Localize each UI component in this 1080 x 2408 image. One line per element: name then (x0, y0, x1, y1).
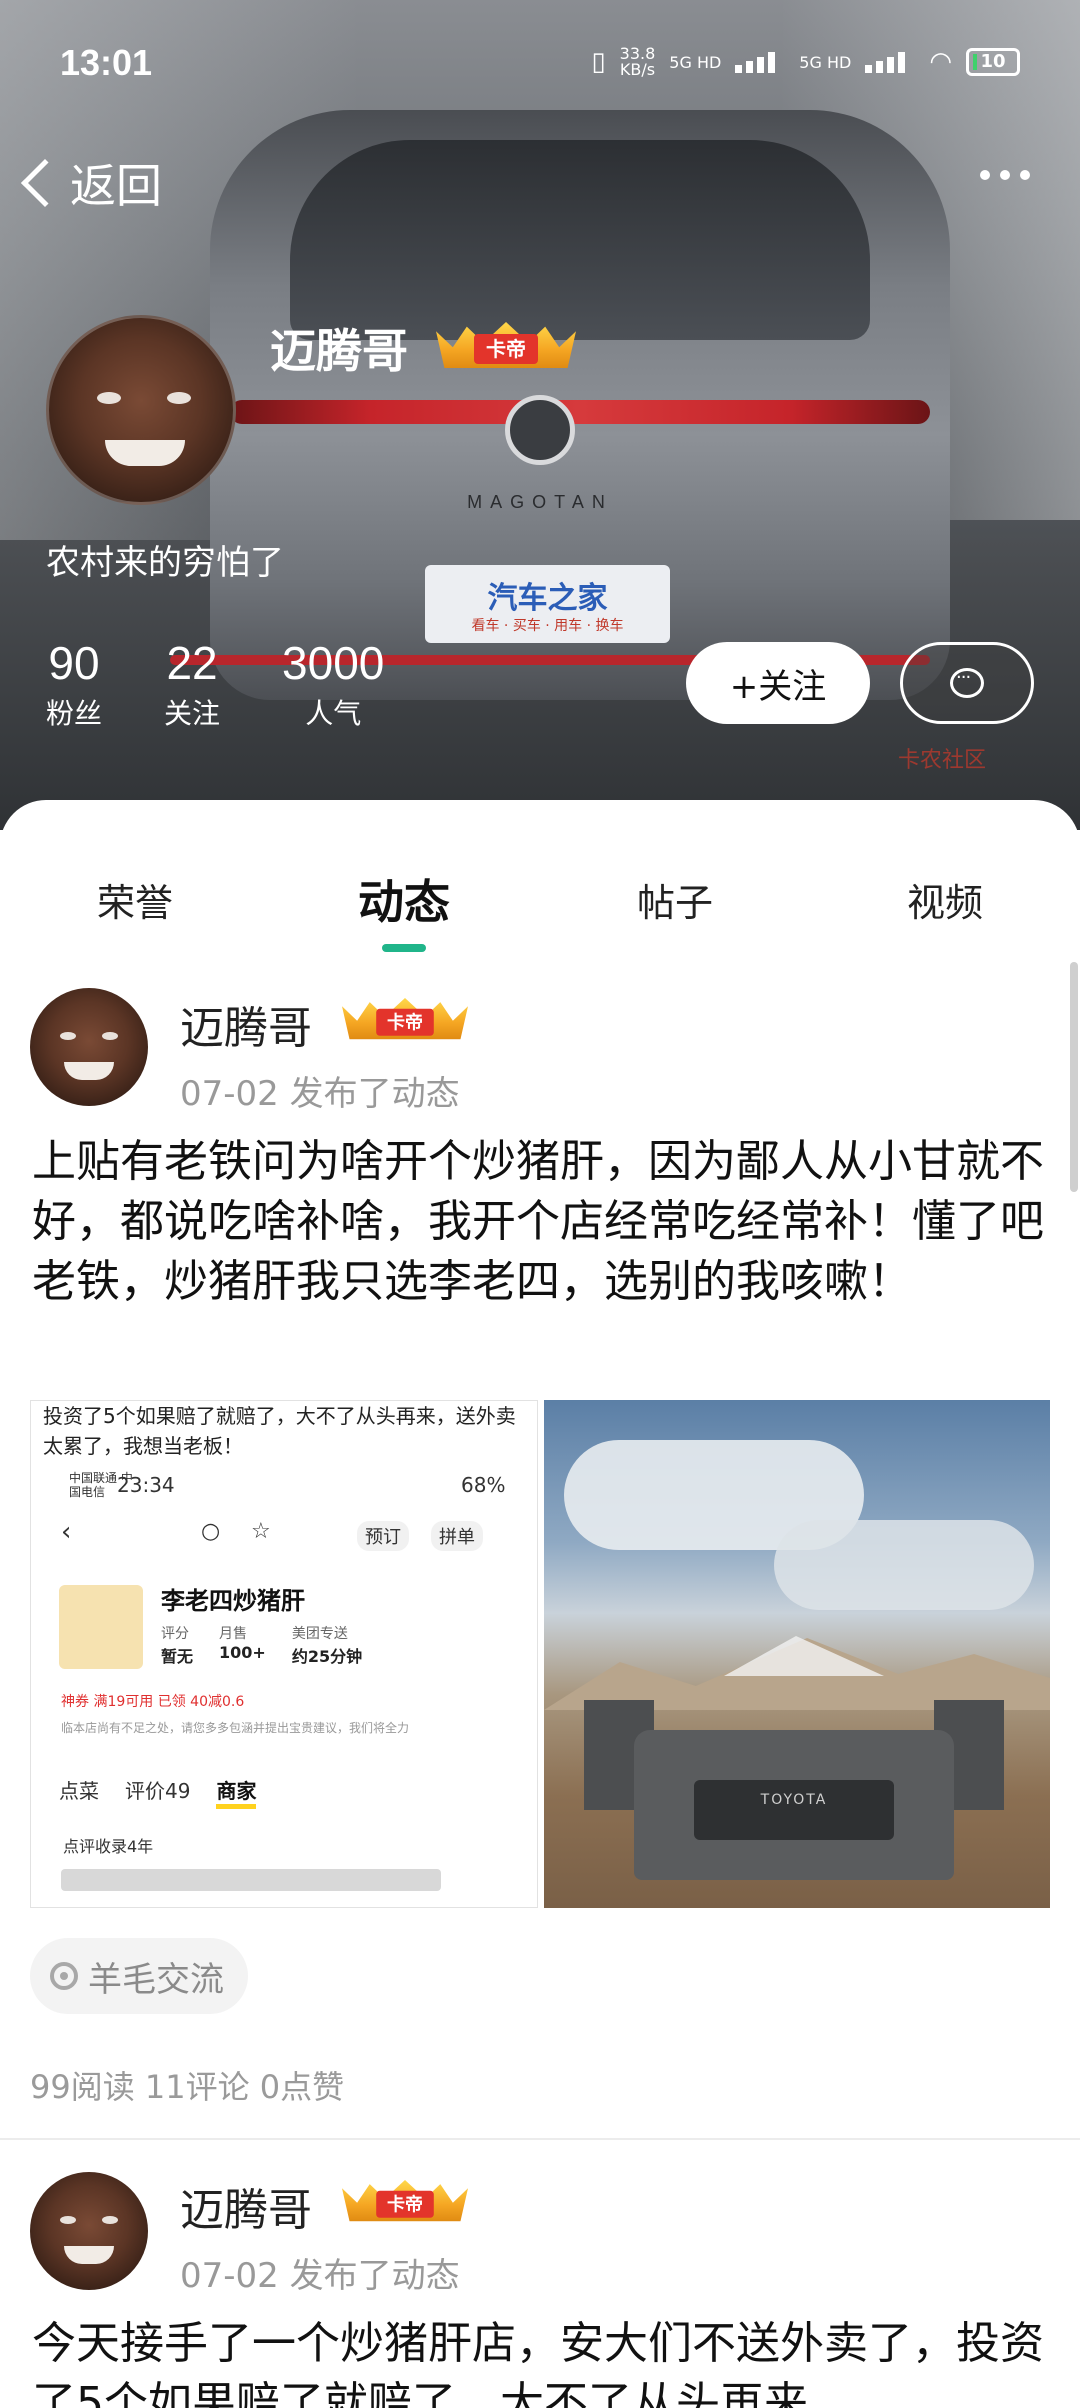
signal-1-label: 5G HD (669, 52, 722, 72)
tab-indicator (382, 944, 426, 952)
mini-back-icon: ‹ (61, 1517, 72, 1547)
blurred-content (61, 1869, 441, 1891)
more-menu-icon[interactable] (980, 170, 1030, 180)
post-text[interactable]: 上贴有老铁问为啥开个炒猪肝，因为鄙人从小甘就不好，都说吃啥补啥，我开个店经常吃经… (32, 1132, 1052, 1312)
divider (0, 2138, 1080, 2140)
shop-logo (59, 1585, 143, 1669)
level-badge-label: 卡帝 (474, 334, 538, 364)
car-rear-window (290, 140, 870, 340)
shop-notice: 临本店尚有不足之处，请您多多包涵并提出宝贵建议，我们将全力 (61, 1721, 410, 1735)
signal-2-label: 5G HD (799, 52, 852, 72)
stat-fans[interactable]: 90 粉丝 (46, 636, 102, 732)
post-stats: 99阅读 11评论 0点赞 (30, 2068, 345, 2106)
wifi-icon: ◠ (929, 47, 952, 77)
back-button[interactable]: 返回 (20, 150, 162, 216)
post-meta: 07-02 发布了动态 (180, 1074, 460, 1114)
status-bar: 13:01 ▯ 33.8 KB/s 5G HD 5G HD ◠ 10 (0, 0, 1080, 120)
content-sheet: 荣誉 动态 帖子 视频 迈腾哥 卡帝 07-02 发布了动态 上贴有老铁问为啥开… (0, 800, 1080, 2408)
profile-name: 迈腾哥 (270, 324, 408, 378)
car-brand-text: MAGOTAN (467, 492, 613, 512)
chat-bubble-icon (950, 667, 984, 698)
shop-name: 李老四炒猪肝 (161, 1587, 305, 1615)
stat-following[interactable]: 22 关注 (164, 636, 220, 732)
post-author[interactable]: 迈腾哥 (180, 2174, 312, 2238)
license-plate: 汽车之家 看车 · 买车 · 用车 · 换车 (425, 565, 670, 643)
mini-tag-group: 拼单 (431, 1521, 483, 1551)
battery-icon: 10 (966, 48, 1020, 76)
tab-honor[interactable]: 荣誉 (35, 872, 235, 927)
truck-grille: TOYOTA (694, 1780, 894, 1840)
message-button[interactable] (900, 642, 1034, 724)
shop-record: 点评收录4年 (63, 1837, 154, 1856)
post-level-badge-label: 卡帝 (376, 1008, 434, 1036)
tab-posts[interactable]: 帖子 (575, 872, 775, 927)
chevron-left-icon (20, 158, 70, 208)
back-label: 返回 (70, 159, 162, 213)
mini-toolbar: ‹ ○ ☆ 预订 拼单 (61, 1517, 521, 1557)
profile-bio: 农村来的穷怕了 (46, 543, 284, 583)
post-level-badge-label: 卡帝 (376, 2190, 434, 2218)
mini-search-icon: ○ (201, 1519, 221, 1544)
post-avatar[interactable] (30, 988, 148, 1106)
signal-1-icon (735, 51, 785, 73)
post-image-truck[interactable]: TOYOTA (544, 1400, 1050, 1908)
vibrate-icon: ▯ (591, 47, 606, 77)
topic-label: 羊毛交流 (88, 1959, 224, 2000)
avatar[interactable] (46, 315, 236, 505)
tab-bar: 荣誉 动态 帖子 视频 (0, 872, 1080, 952)
signal-2-icon (865, 51, 915, 73)
topic-icon (50, 1962, 78, 1990)
post-level-badge: 卡帝 (342, 998, 468, 1040)
post-author[interactable]: 迈腾哥 (180, 992, 312, 1056)
mini-time: 23:34 (117, 1473, 175, 1497)
plate-subtitle: 看车 · 买车 · 用车 · 换车 (471, 618, 624, 634)
level-badge: 卡帝 (436, 322, 576, 368)
follow-button[interactable]: +关注 (686, 642, 870, 724)
post-images: 投资了5个如果赔了就赔了，大不了从头再来，送外卖太累了，我想当老板！ 中国联通 … (30, 1400, 1050, 1908)
post-meta: 07-02 发布了动态 (180, 2256, 460, 2296)
shop-promo: 神券 满19可用 已领 40减0.6 (61, 1694, 245, 1710)
mini-battery: 68% (461, 1473, 506, 1497)
tab-videos[interactable]: 视频 (845, 872, 1045, 927)
shop-info: 评分 暂无 月售 100+ 美团专送 约25分钟 (161, 1626, 363, 1666)
plate-title: 汽车之家 (487, 581, 608, 616)
profile-stats: 90 粉丝 22 关注 3000 人气 (46, 636, 384, 732)
shop-menu-tabs: 点菜 评价49 商家 (59, 1775, 257, 1809)
watermark: 卡农社区 (898, 748, 987, 773)
post-avatar[interactable] (30, 2172, 148, 2290)
status-time: 13:01 (60, 42, 153, 83)
car-logo-icon (505, 395, 575, 465)
status-icons: ▯ 33.8 KB/s 5G HD 5G HD ◠ 10 (591, 46, 1020, 78)
stat-popularity: 3000 人气 (282, 637, 385, 730)
post-image-screenshot[interactable]: 投资了5个如果赔了就赔了，大不了从头再来，送外卖太累了，我想当老板！ 中国联通 … (30, 1400, 538, 1908)
mini-star-icon: ☆ (251, 1519, 271, 1544)
mini-tag-reserve: 预订 (357, 1521, 409, 1551)
network-speed: 33.8 KB/s (619, 44, 656, 79)
car-tail-light (230, 400, 930, 424)
image-caption-text: 投资了5个如果赔了就赔了，大不了从头再来，送外卖太累了，我想当老板！ (43, 1404, 516, 1458)
topic-tag[interactable]: 羊毛交流 (30, 1938, 248, 2014)
tab-activity[interactable]: 动态 (304, 866, 504, 932)
post-level-badge: 卡帝 (342, 2180, 468, 2222)
post-text[interactable]: 今天接手了一个炒猪肝店，安大们不送外卖了，投资了5个如果赔了就赔了，大不了从头再… (32, 2314, 1052, 2408)
scrollbar[interactable] (1070, 962, 1078, 1192)
